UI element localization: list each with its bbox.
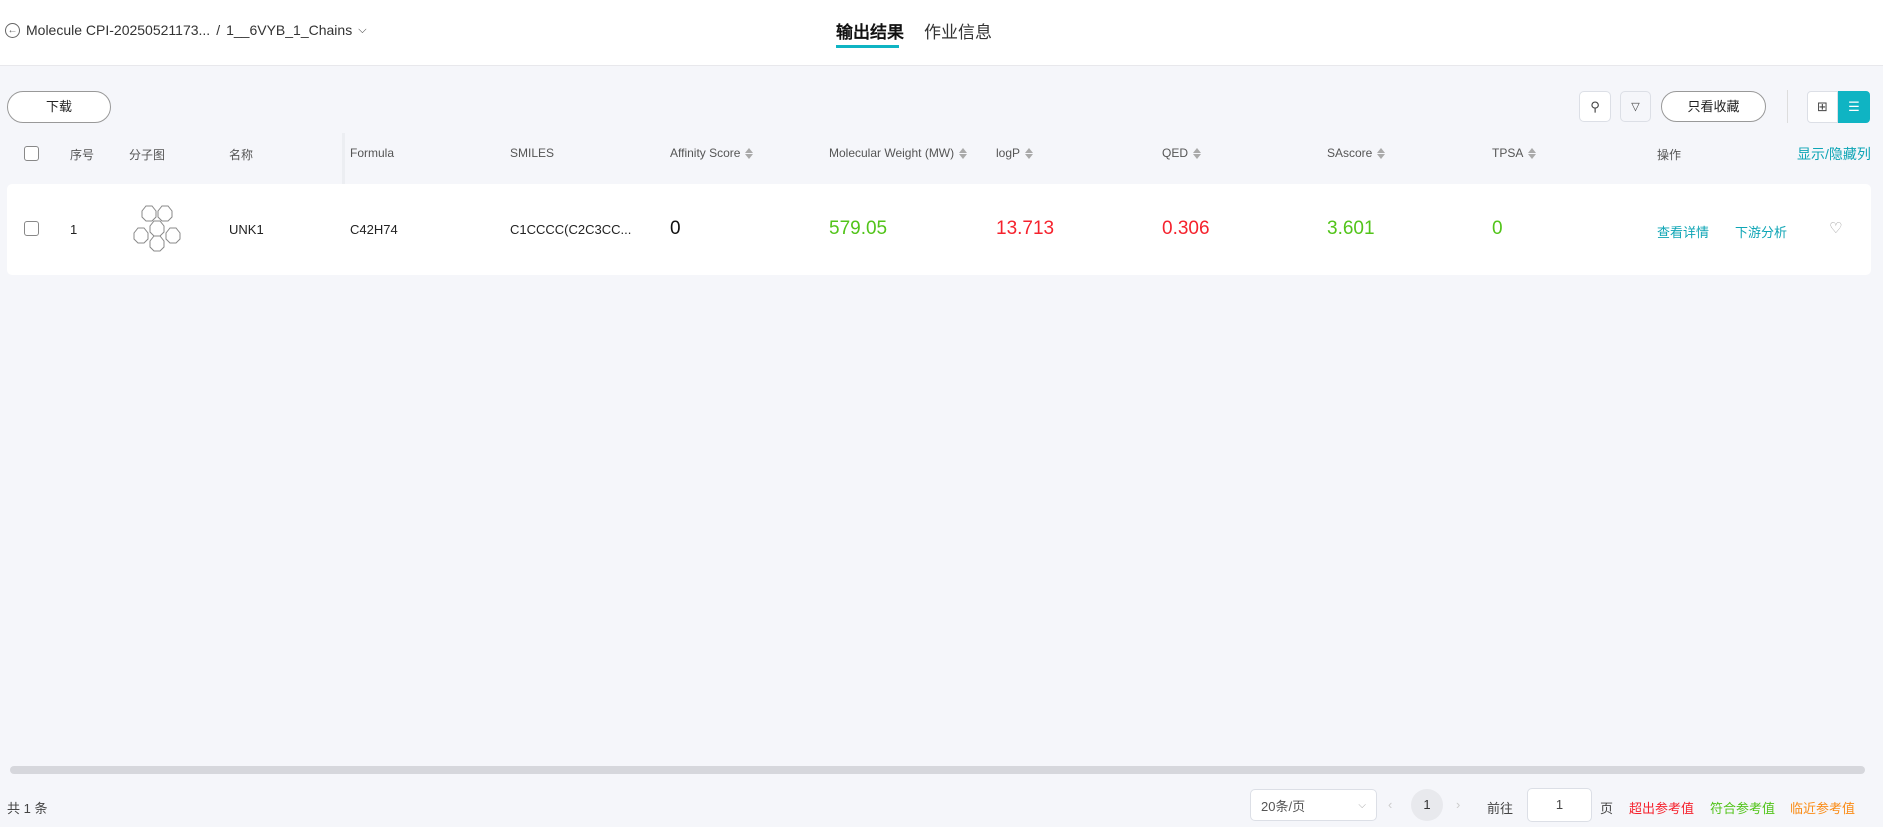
column-header-affinity[interactable]: Affinity Score (670, 146, 754, 160)
legend-match: 符合参考值 (1710, 801, 1776, 816)
breadcrumb-item[interactable]: 1__6VYB_1_Chains (226, 22, 352, 38)
row-smiles: C1CCCC(C2C3CC... (510, 222, 632, 237)
page-suffix: 页 (1600, 801, 1614, 816)
column-label: Molecular Weight (MW) (829, 146, 955, 160)
active-tab-indicator (836, 45, 899, 48)
page-1-button[interactable]: 1 (1411, 789, 1443, 821)
sort-icon[interactable] (1528, 147, 1537, 159)
column-header-structure: 分子图 (129, 148, 166, 162)
column-header-sascore[interactable]: SAscore (1327, 146, 1386, 160)
horizontal-scrollbar[interactable] (10, 766, 1865, 774)
column-header-smiles: SMILES (510, 146, 555, 160)
goto-label: 前往 (1487, 801, 1514, 816)
column-header-mw[interactable]: Molecular Weight (MW) (829, 146, 968, 160)
next-page-icon[interactable]: › (1456, 797, 1460, 812)
row-molecular-weight: 579.05 (829, 218, 888, 239)
row-logp: 13.713 (996, 218, 1055, 239)
column-header-tpsa[interactable]: TPSA (1492, 146, 1537, 160)
column-label: TPSA (1492, 146, 1524, 160)
column-header-formula: Formula (350, 146, 395, 160)
legend-near: 临近参考值 (1790, 801, 1856, 816)
column-header-qed[interactable]: QED (1162, 146, 1202, 160)
column-label: SAscore (1327, 146, 1373, 160)
sort-icon[interactable] (1377, 147, 1386, 159)
column-label: QED (1162, 146, 1189, 160)
sort-icon[interactable] (959, 147, 968, 159)
column-header-logp[interactable]: logP (996, 146, 1034, 160)
search-icon: ⚲ (1590, 98, 1600, 114)
back-icon[interactable]: ← (5, 22, 20, 38)
row-affinity-score: 0 (670, 218, 681, 239)
row-checkbox[interactable] (24, 221, 39, 236)
molecule-structure-image[interactable] (130, 204, 202, 254)
chevron-down-icon[interactable]: ⌵ (358, 24, 366, 37)
page-size-select[interactable]: 20条/页 ⌵ (1250, 789, 1377, 821)
row-tpsa: 0 (1492, 218, 1503, 239)
chevron-down-icon: ⌵ (1358, 799, 1366, 811)
breadcrumb-project[interactable]: Molecule CPI-20250521173... (26, 22, 210, 38)
grid-view-button[interactable]: ⊞ (1807, 91, 1838, 123)
column-label: Affinity Score (670, 146, 741, 160)
breadcrumb-separator: / (216, 22, 221, 38)
row-name: UNK1 (229, 222, 264, 237)
search-button[interactable]: ⚲ (1579, 91, 1611, 122)
sort-icon[interactable] (745, 147, 754, 159)
tab-output-results[interactable]: 输出结果 (836, 18, 904, 43)
list-icon: ☰ (1848, 99, 1860, 114)
row-sascore: 3.601 (1327, 218, 1375, 239)
row-qed: 0.306 (1162, 218, 1210, 239)
legend-exceed: 超出参考值 (1629, 801, 1695, 816)
goto-page-input[interactable]: 1 (1527, 788, 1592, 822)
list-view-button[interactable]: ☰ (1838, 91, 1870, 123)
page-size-value: 20条/页 (1261, 798, 1306, 814)
favorites-only-button[interactable]: 只看收藏 (1661, 91, 1766, 122)
sort-icon[interactable] (1025, 147, 1034, 159)
grid-icon: ⊞ (1817, 99, 1828, 114)
download-button[interactable]: 下载 (7, 91, 111, 123)
column-header-actions: 操作 (1657, 148, 1682, 162)
top-header: ← Molecule CPI-20250521173... / 1__6VYB_… (0, 0, 1883, 66)
column-header-name: 名称 (229, 148, 254, 162)
breadcrumb: ← Molecule CPI-20250521173... / 1__6VYB_… (5, 22, 367, 38)
row-formula: C42H74 (350, 222, 398, 237)
sort-icon[interactable] (1193, 147, 1202, 159)
select-all-checkbox[interactable] (24, 146, 39, 161)
show-hide-columns-link[interactable]: 显示/隐藏列 (1797, 144, 1871, 164)
filter-button[interactable]: ▽ (1620, 91, 1651, 122)
favorite-heart-icon[interactable]: ♡ (1829, 219, 1842, 237)
view-details-link[interactable]: 查看详情 (1657, 222, 1709, 241)
toolbar-divider (1787, 90, 1788, 123)
prev-page-icon[interactable]: ‹ (1388, 797, 1392, 812)
filter-icon: ▽ (1631, 101, 1640, 113)
downstream-analysis-link[interactable]: 下游分析 (1735, 222, 1787, 241)
tab-job-info[interactable]: 作业信息 (924, 18, 992, 43)
column-label: logP (996, 146, 1021, 160)
row-index: 1 (70, 222, 78, 237)
table-row (7, 184, 1871, 275)
total-count: 共 1 条 (7, 801, 48, 816)
column-header-index: 序号 (70, 148, 95, 162)
